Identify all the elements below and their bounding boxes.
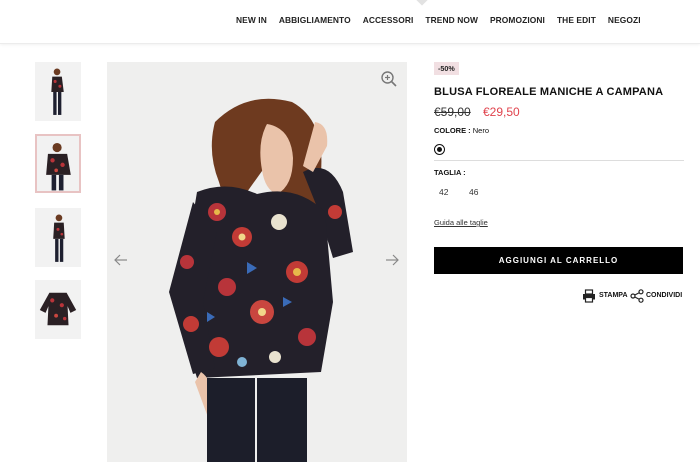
- thumbnail-image: [36, 209, 80, 266]
- print-label[interactable]: STAMPA: [599, 292, 628, 299]
- share-label[interactable]: CONDIVIDI: [646, 292, 682, 299]
- original-price: €59,00: [434, 105, 471, 119]
- size-option-42[interactable]: 42: [439, 187, 448, 197]
- size-label: TAGLIA :: [434, 168, 466, 177]
- nav-indicator: [416, 0, 428, 6]
- share-icon[interactable]: [630, 289, 644, 303]
- color-swatch-nero[interactable]: [434, 144, 445, 155]
- thumbnail-front-standing[interactable]: [35, 62, 81, 121]
- main-menu: NEW IN ABBIGLIAMENTO ACCESSORI TREND NOW…: [236, 15, 653, 25]
- share-actions: STAMPA CONDIVIDI: [582, 289, 692, 303]
- product-main-image[interactable]: [107, 62, 407, 462]
- chevron-left-icon[interactable]: [113, 252, 129, 268]
- nav-item-accessori[interactable]: ACCESSORI: [363, 15, 414, 25]
- thumbnail-image: [37, 136, 79, 191]
- size-guide-link[interactable]: Guida alle taglie: [434, 218, 488, 227]
- color-label: COLORE :: [434, 126, 471, 135]
- zoom-in-icon[interactable]: [380, 70, 398, 88]
- nav-item-new-in[interactable]: NEW IN: [236, 15, 267, 25]
- size-option-46[interactable]: 46: [469, 187, 478, 197]
- discount-badge: -50%: [434, 62, 459, 75]
- divider: [434, 160, 684, 161]
- thumbnail-flat-lay[interactable]: [35, 280, 81, 339]
- color-label-row: COLORE : Nero: [434, 126, 489, 135]
- thumbnail-front-closeup[interactable]: [35, 134, 81, 193]
- color-value: Nero: [472, 126, 490, 135]
- printer-icon[interactable]: [582, 289, 596, 303]
- add-to-cart-button[interactable]: AGGIUNGI AL CARRELLO: [434, 247, 683, 274]
- nav-item-the-edit[interactable]: THE EDIT: [557, 15, 596, 25]
- nav-item-promozioni[interactable]: PROMOZIONI: [490, 15, 545, 25]
- thumbnail-image: [36, 281, 80, 338]
- top-navigation-bar: NEW IN ABBIGLIAMENTO ACCESSORI TREND NOW…: [0, 0, 700, 44]
- nav-item-trend-now[interactable]: TREND NOW: [425, 15, 478, 25]
- product-title: BLUSA FLOREALE MANICHE A CAMPANA: [434, 86, 664, 98]
- model-photo: [107, 62, 407, 462]
- sale-price: €29,50: [483, 105, 520, 119]
- thumbnail-image: [36, 63, 80, 120]
- thumbnail-side-standing[interactable]: [35, 208, 81, 267]
- nav-item-abbigliamento[interactable]: ABBIGLIAMENTO: [279, 15, 351, 25]
- chevron-right-icon[interactable]: [384, 252, 400, 268]
- nav-item-negozi[interactable]: NEGOZI: [608, 15, 641, 25]
